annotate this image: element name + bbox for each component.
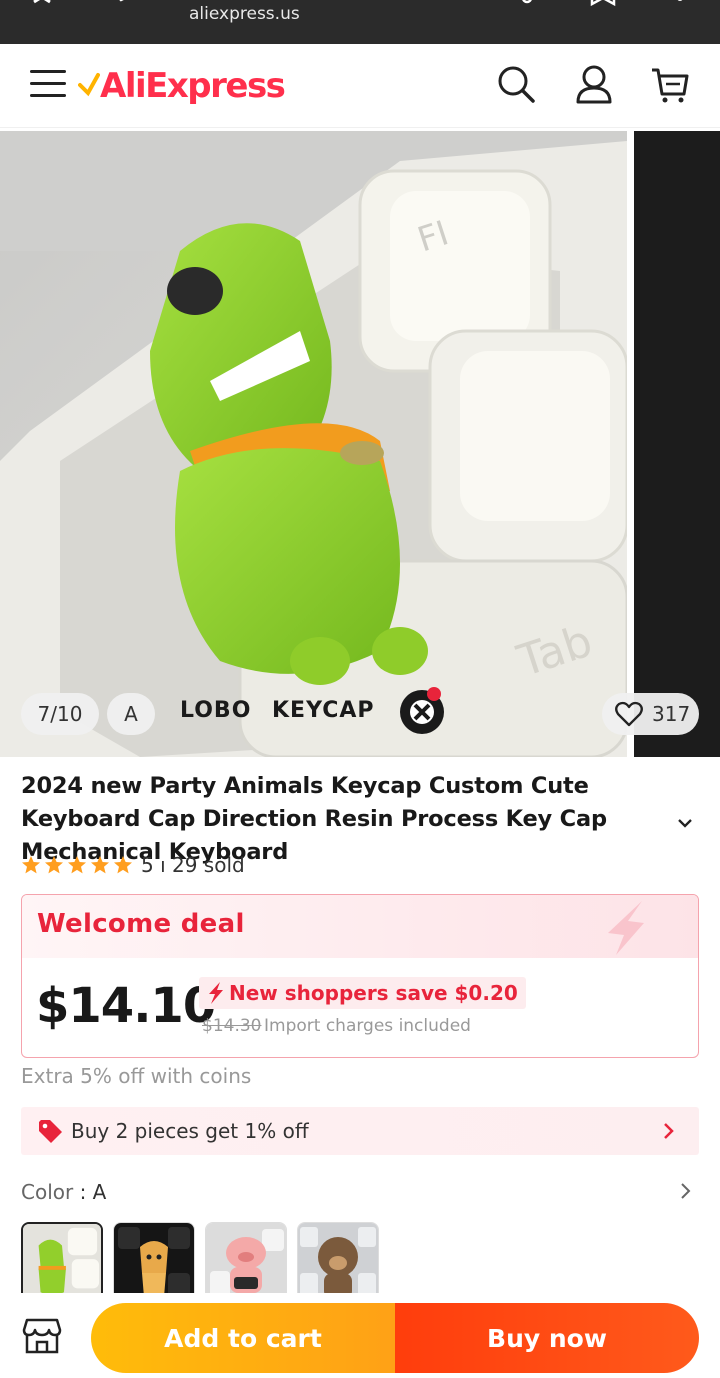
- rating-row[interactable]: 5 ı 29 sold: [21, 850, 245, 880]
- original-price: $14.30: [202, 1016, 262, 1036]
- chevron-right-icon: [664, 1123, 674, 1139]
- flash-icon: [209, 982, 223, 1004]
- color-selected-value: : A: [79, 1180, 107, 1204]
- share-icon[interactable]: [512, 0, 542, 14]
- swatch-dog-image: [114, 1223, 194, 1303]
- tag-icon: [39, 1120, 62, 1143]
- deal-title: Welcome deal: [37, 909, 245, 939]
- brand-word-1: LOBO: [180, 698, 252, 723]
- bookmark-icon[interactable]: [588, 0, 618, 14]
- logo-text: AliExpress: [100, 66, 286, 106]
- image-counter: 7/10: [21, 693, 99, 735]
- close-icon[interactable]: [28, 0, 58, 14]
- welcome-deal-box: Welcome deal $14.10 New shoppers save $0…: [21, 894, 699, 1058]
- cart-icon[interactable]: [650, 64, 690, 104]
- color-selector-label[interactable]: Color : A: [21, 1180, 106, 1204]
- chevron-right-icon[interactable]: [674, 1180, 696, 1202]
- logo-star-icon: [78, 73, 100, 97]
- site-header: AliExpress: [0, 44, 720, 128]
- secure-icon: [119, 0, 124, 2]
- chevron-down-icon[interactable]: [674, 812, 696, 834]
- search-icon[interactable]: [496, 64, 536, 104]
- browser-toolbar: aliexpress.us: [0, 0, 720, 44]
- deal-header: Welcome deal: [22, 895, 698, 958]
- star-icon: [22, 856, 40, 874]
- lightning-icon: [608, 901, 644, 955]
- new-shopper-saving: New shoppers save $0.20: [199, 977, 526, 1009]
- promo-text: Buy 2 pieces get 1% off: [71, 1119, 309, 1143]
- star-icon: [45, 856, 63, 874]
- swatch-a[interactable]: [21, 1222, 103, 1304]
- star-icon: [91, 856, 109, 874]
- wishlist-button[interactable]: 317: [602, 693, 699, 735]
- aliexpress-logo[interactable]: AliExpress: [78, 62, 286, 110]
- next-product-image[interactable]: [634, 131, 720, 757]
- product-image-gallery[interactable]: FI Tab 7/10 A LOBO KEYCAP 317: [0, 131, 720, 757]
- bulk-promo-banner[interactable]: Buy 2 pieces get 1% off: [21, 1107, 699, 1155]
- swatch-pig-image: [206, 1223, 286, 1303]
- swatch-c[interactable]: [205, 1222, 287, 1304]
- import-charges-note: Import charges included: [264, 1016, 471, 1036]
- saver-text: New shoppers save $0.20: [229, 981, 518, 1005]
- url-text[interactable]: aliexpress.us: [189, 4, 300, 24]
- swatch-d[interactable]: [297, 1222, 379, 1304]
- swatch-bear-image: [298, 1223, 378, 1303]
- account-icon[interactable]: [574, 64, 614, 104]
- price: $14.10: [36, 978, 216, 1034]
- star-icon: [68, 856, 86, 874]
- heart-icon: [615, 701, 643, 727]
- more-icon[interactable]: [666, 0, 696, 14]
- store-icon[interactable]: [22, 1318, 62, 1354]
- swatch-frog-image: [23, 1224, 101, 1302]
- rating-text: 5 ı 29 sold: [141, 853, 245, 877]
- menu-icon[interactable]: [30, 66, 68, 100]
- add-to-cart-button[interactable]: Add to cart: [91, 1303, 395, 1373]
- color-swatches: [21, 1222, 379, 1304]
- color-label-text: Color: [21, 1180, 74, 1204]
- wishlist-count: 317: [652, 702, 691, 726]
- product-image[interactable]: FI Tab: [0, 131, 627, 757]
- coins-discount[interactable]: Extra 5% off with coins: [21, 1064, 251, 1088]
- star-icon: [114, 856, 132, 874]
- brand-logo-icon: [400, 687, 444, 734]
- variant-badge: A: [107, 693, 155, 735]
- buy-now-button[interactable]: Buy now: [395, 1303, 699, 1373]
- brand-word-2: KEYCAP: [272, 698, 375, 723]
- star-rating: [21, 855, 133, 875]
- swatch-b[interactable]: [113, 1222, 195, 1304]
- bottom-action-bar: Add to cart Buy now: [0, 1293, 720, 1378]
